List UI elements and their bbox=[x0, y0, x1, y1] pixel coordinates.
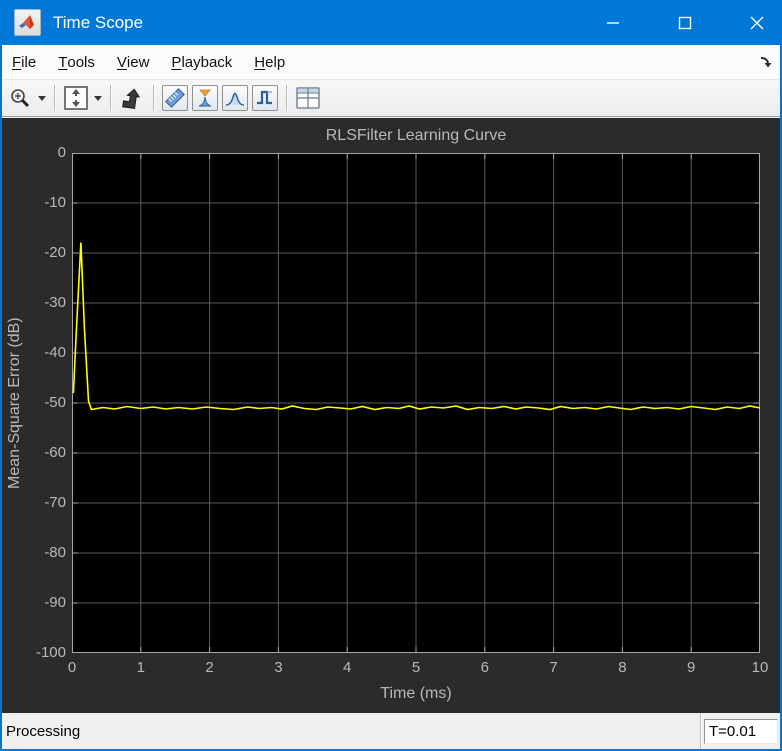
menu-item-view[interactable]: View bbox=[107, 45, 160, 79]
learning-curve-line bbox=[72, 242, 760, 411]
toolbar-separator bbox=[110, 85, 111, 111]
menu-item-file[interactable]: File bbox=[2, 45, 46, 79]
menu-item-playback[interactable]: Playback bbox=[161, 45, 242, 79]
layout-button[interactable] bbox=[293, 83, 323, 113]
x-axis-label: Time (ms) bbox=[380, 685, 452, 702]
step-forward-button[interactable] bbox=[117, 83, 147, 113]
x-tick-label: 7 bbox=[549, 659, 558, 676]
status-bar: Processing T=0.01 bbox=[2, 713, 780, 749]
peak-finder-button[interactable] bbox=[220, 83, 250, 113]
x-tick-label: 1 bbox=[136, 659, 145, 676]
x-tick-label: 10 bbox=[751, 659, 769, 676]
time-scope-window: Time Scope FileToolsViewPlaybackHelp bbox=[0, 0, 782, 751]
y-tick-label: -70 bbox=[44, 494, 66, 511]
peak-finder-icon bbox=[222, 85, 248, 111]
x-tick-label: 3 bbox=[274, 659, 283, 676]
y-tick-label: -30 bbox=[44, 294, 66, 311]
toolbar-separator bbox=[54, 85, 55, 111]
menu-bar: File Tools View Playback Help bbox=[2, 45, 780, 80]
maximize-button[interactable] bbox=[660, 0, 710, 45]
menu-item-help[interactable]: Help bbox=[244, 45, 295, 79]
cursor-measurements-ruler-icon bbox=[162, 85, 188, 111]
x-tick-label: 9 bbox=[687, 659, 696, 676]
x-tick-label: 0 bbox=[67, 659, 77, 676]
signal-statistics-icon bbox=[192, 85, 218, 111]
x-tick-label: 8 bbox=[618, 659, 627, 676]
chart-title: RLSFilter Learning Curve bbox=[325, 127, 507, 144]
menu-item-tools[interactable]: Tools bbox=[48, 45, 105, 79]
y-tick-label: -10 bbox=[44, 194, 66, 211]
y-tick-label: -40 bbox=[44, 344, 66, 361]
dock-arrow-icon[interactable] bbox=[758, 54, 774, 70]
signal-statistics-button[interactable] bbox=[190, 83, 220, 113]
y-tick-label: -20 bbox=[44, 244, 66, 261]
layout-grid-icon bbox=[296, 87, 320, 109]
matlab-logo-icon bbox=[14, 9, 41, 36]
autoscale-dropdown-arrow-icon[interactable] bbox=[91, 83, 104, 113]
y-tick-label: -90 bbox=[44, 594, 66, 611]
minimize-button[interactable] bbox=[588, 0, 638, 45]
zoom-dropdown-arrow-icon[interactable] bbox=[35, 83, 48, 113]
y-tick-label: -80 bbox=[44, 544, 66, 561]
autoscale-button[interactable] bbox=[61, 83, 91, 113]
status-text: Processing bbox=[6, 722, 81, 740]
toolbar-separator bbox=[153, 85, 154, 111]
x-tick-label: 4 bbox=[343, 659, 352, 676]
bilevel-measurements-button[interactable] bbox=[250, 83, 280, 113]
y-tick-label: 0 bbox=[57, 144, 66, 161]
y-tick-label: -50 bbox=[44, 394, 66, 411]
window-title: Time Scope bbox=[53, 12, 144, 32]
toolbar-separator bbox=[286, 85, 287, 111]
zoom-in-button[interactable] bbox=[5, 83, 35, 113]
x-tick-label: 5 bbox=[411, 659, 421, 676]
y-tick-label: -60 bbox=[44, 444, 66, 461]
toolbar bbox=[2, 80, 780, 117]
x-tick-label: 2 bbox=[205, 659, 214, 676]
plot-axes[interactable] bbox=[72, 153, 760, 653]
cursor-measurements-button[interactable] bbox=[160, 83, 190, 113]
title-bar: Time Scope bbox=[2, 0, 780, 45]
autoscale-icon bbox=[64, 86, 88, 110]
x-tick-label: 6 bbox=[480, 659, 489, 676]
step-forward-icon bbox=[122, 88, 141, 110]
close-button[interactable] bbox=[732, 0, 780, 45]
figure-area: RLSFilter Learning Curve Mean-Square Err… bbox=[2, 118, 780, 713]
status-right-panel: T=0.01 bbox=[702, 713, 780, 749]
zoom-in-icon bbox=[11, 89, 30, 108]
simulation-time-display: T=0.01 bbox=[704, 718, 778, 744]
bilevel-measurements-icon bbox=[252, 85, 278, 111]
